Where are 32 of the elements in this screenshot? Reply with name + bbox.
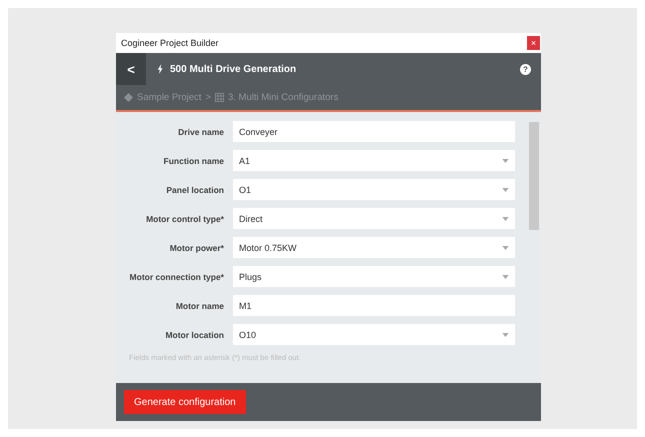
field-label: Drive name — [177, 126, 224, 138]
field-label: Function name — [162, 155, 224, 167]
field-label: Motor control type* — [145, 213, 224, 225]
page-title: 500 Multi Drive Generation — [170, 64, 298, 74]
generate-button[interactable]: Generate configuration — [124, 390, 246, 414]
caret-icon — [502, 188, 509, 192]
field-label: Motor location — [164, 329, 224, 341]
field-label: Motor connection type* — [128, 271, 224, 283]
dropdown-field[interactable]: O1 — [233, 179, 515, 200]
dropdown-field[interactable]: Plugs — [233, 266, 515, 287]
input-field[interactable]: M1 — [233, 295, 515, 316]
field-label: Motor name — [174, 300, 224, 312]
breadcrumb-separator: > — [205, 92, 211, 103]
dropdown-field[interactable]: Motor 0.75KW — [233, 237, 515, 258]
caret-icon — [502, 332, 509, 336]
caret-icon — [502, 158, 509, 162]
dropdown-field[interactable]: A1 — [233, 150, 515, 171]
dropdown-field[interactable]: Direct — [233, 208, 515, 229]
grid-icon — [214, 93, 224, 102]
close-button[interactable]: × — [527, 36, 540, 50]
caret-icon — [502, 246, 509, 250]
lightning-icon — [157, 64, 164, 74]
input-field[interactable]: Conveyer — [233, 121, 515, 142]
dropdown-field[interactable]: O10 — [233, 324, 515, 345]
help-button[interactable]: ? — [520, 64, 531, 74]
field-label: Panel location — [165, 184, 224, 196]
caret-icon — [502, 274, 509, 278]
back-button[interactable]: < — [116, 53, 146, 85]
caret-icon — [502, 216, 509, 220]
diamond-icon — [124, 93, 133, 102]
window-title: Cogineer Project Builder — [121, 38, 219, 48]
field-label: Motor power* — [168, 242, 224, 254]
